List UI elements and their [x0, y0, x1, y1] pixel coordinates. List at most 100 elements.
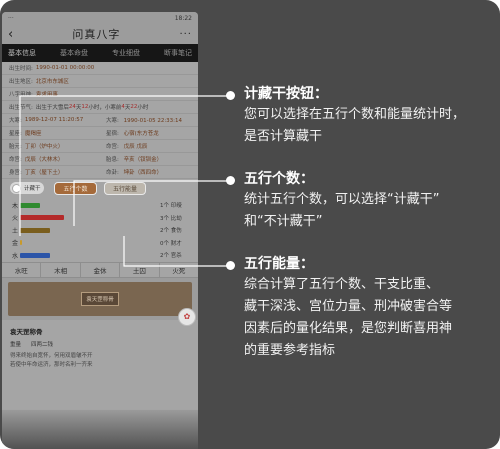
- tab-notes[interactable]: 断事笔记: [164, 48, 192, 58]
- callout-dot: [226, 261, 235, 270]
- phone-screen: ··· 18:22 ‹ 问真八字 ··· 基本信息 基本命盘 专业细盘 断事笔记…: [2, 12, 198, 449]
- flower-icon[interactable]: ✿: [178, 307, 196, 326]
- callout-text: 的重要参考指标: [244, 343, 336, 358]
- callout-wuxing-count: 五行个数： 统计五行个数，可以选择“计藏干” 和“不计藏干”: [244, 169, 439, 233]
- tutorial-canvas: ··· 18:22 ‹ 问真八字 ··· 基本信息 基本命盘 专业细盘 断事笔记…: [0, 0, 500, 449]
- wuxing-bars: 木 1个 印绶 火 3个 比劫 土 2个 食伤 金 0个 财才 水 2个 官杀: [2, 197, 198, 262]
- status-bar: ··· 18:22: [2, 12, 198, 24]
- callout-title: 五行能量：: [244, 256, 314, 272]
- wuxing-controls: 计藏干 五行个数 五行能量: [2, 179, 198, 197]
- bone-weight-banner[interactable]: 袁天罡称骨 ✿: [8, 281, 196, 326]
- info-value: 1989-12-07 11:20:57: [24, 117, 84, 123]
- info-row-terms: 大寒: 1989-12-07 11:20:57 大寒: 1990-01-05 2…: [2, 114, 198, 127]
- state-cell: 水旺: [2, 262, 42, 277]
- wuxing-row-water: 水 2个 官杀: [2, 249, 198, 262]
- term-number: 12: [81, 104, 89, 110]
- pair-value: 丁亥（屋下土）: [24, 170, 64, 176]
- element-bar: [20, 227, 50, 233]
- term-text: 小时: [137, 105, 149, 111]
- article-line: 得来终始自宽怀，何用双眉皱不开: [10, 352, 93, 359]
- wuxing-energy-button[interactable]: 五行能量: [104, 182, 146, 195]
- pair-col2: 命宫: 戊辰 戊辰: [106, 142, 147, 150]
- pair-row: 星座: 魔羯座 星宿: 心宿(东方苍龙: [2, 127, 198, 140]
- info-label-2: 大寒:: [106, 118, 119, 124]
- info-row-birth-place: 出生地区: 北京市东城区: [2, 75, 198, 88]
- pair-value: 坤卦（西四命）: [123, 170, 163, 176]
- callout-text: 综合计算了五行个数、干支比重、: [244, 277, 440, 292]
- article-line: 若使中年命运济，那时名利一齐来: [10, 361, 93, 368]
- info-label: 出生节气:: [9, 105, 33, 111]
- callout-text: 您可以选择在五行个数和能量统计时，: [244, 107, 466, 122]
- info-row-solar-term: 出生节气: 出生于大雪后 24 天 12 小时，小寒前 4 天 22 小时: [2, 101, 198, 114]
- info-value-2-text: 1990-01-05 22:33:14: [123, 118, 183, 124]
- article-title: 袁天罡称骨: [10, 327, 43, 336]
- wuxing-count-button[interactable]: 五行个数: [54, 182, 97, 195]
- pair-value: 戊辰（大林木）: [24, 157, 64, 163]
- info-label: 八字用神:: [9, 92, 33, 98]
- pair-value: 丁卯（炉中火）: [24, 144, 64, 150]
- pair-label: 星宿:: [106, 131, 119, 137]
- pair-row: 身宫: 丁亥（屋下土） 命卦: 坤卦（西四命）: [2, 166, 198, 179]
- callout-title: 计藏干按钮：: [244, 86, 328, 102]
- pair-row: 胎元: 丁卯（炉中火） 命宫: 戊辰 戊辰: [2, 140, 198, 153]
- element-bar: [20, 252, 50, 258]
- term-number: 22: [130, 104, 138, 110]
- pair-label: 命宫:: [106, 144, 119, 150]
- element-count: 2个 官杀: [160, 253, 182, 260]
- info-value: 北京市东城区: [35, 79, 69, 85]
- state-cell: 金休: [81, 262, 121, 277]
- tab-pro-chart[interactable]: 专业细盘: [112, 48, 140, 58]
- element-label: 金: [12, 240, 19, 248]
- callout-dot: [226, 176, 235, 185]
- element-count: 0个 财才: [160, 240, 182, 247]
- banner-tag: 袁天罡称骨: [81, 291, 119, 306]
- info-value-2: 大寒: 1990-01-05 22:33:14: [106, 116, 182, 124]
- element-label: 土: [12, 227, 19, 235]
- callout-dot: [226, 91, 235, 100]
- info-list: 出生时间: 1990-01-01 00:00:00 出生地区: 北京市东城区 八…: [2, 62, 198, 179]
- element-label: 火: [12, 215, 19, 223]
- element-bar: [20, 215, 64, 221]
- callout-text: 藏干深浅、宫位力量、刑冲破害合等: [244, 299, 453, 314]
- callout-hidden-stem: 计藏干按钮： 您可以选择在五行个数和能量统计时， 是否计算藏干: [244, 84, 465, 148]
- callout-title: 五行个数：: [244, 171, 314, 187]
- tab-basic-chart[interactable]: 基本命盘: [60, 48, 88, 58]
- pair-col2: 星宿: 心宿(东方苍龙: [106, 129, 159, 137]
- app-bar: ‹ 问真八字 ···: [2, 24, 198, 44]
- wuxing-row-fire: 火 3个 比劫: [2, 212, 198, 225]
- more-icon[interactable]: ···: [179, 29, 192, 40]
- callout-text: 是否计算藏干: [244, 129, 323, 144]
- hidden-stem-toggle[interactable]: 计藏干: [10, 182, 44, 194]
- element-bar: [20, 240, 22, 246]
- status-time: 18:22: [174, 14, 192, 22]
- element-label: 水: [12, 252, 19, 260]
- info-row-yongshen: 八字用神: 袁求用事: [2, 88, 198, 101]
- pair-label: 星座:: [9, 131, 22, 137]
- callout-text: 统计五行个数，可以选择“计藏干”: [244, 192, 440, 207]
- term-text: 小时，小寒前: [88, 105, 122, 111]
- pair-label: 胎元:: [9, 144, 22, 150]
- pair-label: 身宫:: [9, 170, 22, 176]
- element-count: 3个 比劫: [160, 215, 182, 222]
- callout-text: 因素后的量化结果，是您判断喜用神: [244, 321, 453, 336]
- pair-value: 辛亥（钗钏金）: [123, 157, 163, 163]
- toggle-knob: [12, 183, 21, 193]
- info-label: 出生地区:: [9, 79, 33, 85]
- term-number: 24: [68, 104, 76, 110]
- pair-row: 命宫: 戊辰（大林木） 胎息: 辛亥（钗钏金）: [2, 153, 198, 166]
- info-label: 大寒:: [9, 118, 22, 124]
- state-cell: 土囚: [120, 262, 160, 277]
- element-count: 1个 印绶: [160, 203, 182, 210]
- page-title: 问真八字: [72, 28, 121, 41]
- article-weight: 重量 四两二钱: [10, 340, 190, 348]
- bottom-fade: [2, 409, 198, 449]
- pair-value: 心宿(东方苍龙: [123, 131, 159, 137]
- pair-value: 戊辰 戊辰: [123, 144, 148, 150]
- tab-basic-info[interactable]: 基本信息: [8, 48, 36, 58]
- element-label: 木: [12, 202, 19, 210]
- element-bar: [20, 202, 40, 208]
- pair-value: 魔羯座: [24, 131, 42, 137]
- back-icon[interactable]: ‹: [8, 28, 13, 41]
- info-row-birth-time: 出生时间: 1990-01-01 00:00:00: [2, 62, 198, 75]
- weight-value: 四两二钱: [31, 341, 54, 348]
